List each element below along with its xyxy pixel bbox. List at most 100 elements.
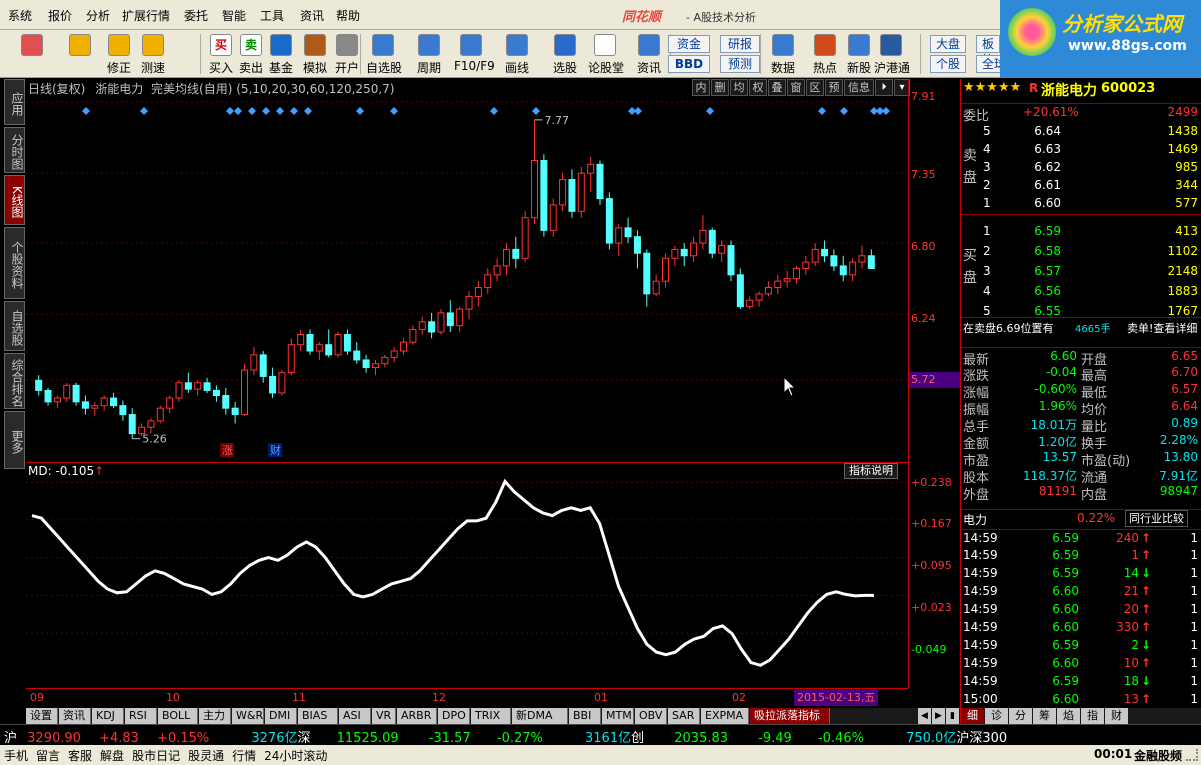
status-link-6[interactable]: 行情 (232, 749, 256, 763)
indicator-tab-2[interactable]: KDJ (92, 708, 124, 724)
candle (783, 271, 791, 288)
buy-level-3[interactable]: 4 6.56 1883 (961, 283, 1201, 301)
toolbar-btn-0[interactable] (14, 30, 50, 78)
indicator-tab-10[interactable]: VR (372, 708, 396, 724)
indicator-tab-0[interactable]: 设置 (26, 708, 58, 724)
status-link-5[interactable]: 股灵通 (188, 749, 224, 763)
indicator-tab-17[interactable]: OBV (635, 708, 667, 724)
indicator-tab-9[interactable]: ASI (339, 708, 371, 724)
status-link-4[interactable]: 股市日记 (132, 749, 180, 763)
buy-level-0[interactable]: 1 6.59 413 (961, 223, 1201, 241)
quick-pill-1[interactable]: 研报 (720, 35, 760, 53)
menu-item-2[interactable]: 分析 (86, 7, 110, 24)
status-link-3[interactable]: 解盘 (100, 749, 124, 763)
toolbar-btn-6[interactable]: 基金 (264, 30, 298, 78)
indicator-tab-19[interactable]: EXPMA (701, 708, 749, 724)
indicator-tab-13[interactable]: TRIX (471, 708, 511, 724)
status-link-2[interactable]: 客服 (68, 749, 92, 763)
quote-tab-0[interactable]: 细 (961, 708, 984, 724)
status-link-0[interactable]: 手机 (4, 749, 28, 763)
toolbar-btn-3[interactable]: 测速 (136, 30, 170, 78)
quick-pill-6[interactable]: 个股 (930, 55, 966, 73)
indicator-tab-11[interactable]: ARBR (397, 708, 437, 724)
toolbar-btn-15[interactable]: 资讯 (632, 30, 666, 78)
order-alert-row[interactable]: 在卖盘6.69位置有 4665手 卖单!查看详细 (961, 317, 1201, 335)
indicator-tab-7[interactable]: DMI (265, 708, 297, 724)
indicator-tab-4[interactable]: BOLL (158, 708, 198, 724)
sector-compare-button[interactable]: 同行业比较 (1125, 510, 1188, 527)
indicator-chart[interactable]: MD: -0.105↑ 指标说明 (26, 462, 908, 688)
menu-item-4[interactable]: 委托 (184, 7, 208, 24)
toolbar-btn-10[interactable]: 周期 (412, 30, 446, 78)
toolbar-btn-7[interactable]: 模拟 (298, 30, 332, 78)
indicator-tab-1[interactable]: 资讯 (59, 708, 91, 724)
toolbar-btn-5[interactable]: 卖卖出 (234, 30, 268, 78)
buy-level-1[interactable]: 2 6.58 1102 (961, 243, 1201, 261)
toolbar-btn-17[interactable]: 热点 (808, 30, 842, 78)
sidebar-tab-3[interactable]: 个股资料 (4, 227, 25, 299)
sidebar-tab-2[interactable]: K线图 (4, 175, 25, 225)
toolbar-btn-2[interactable]: 修正 (102, 30, 136, 78)
indicator-tab-18[interactable]: SAR (668, 708, 700, 724)
status-link-1[interactable]: 留言 (36, 749, 60, 763)
quote-tab-1[interactable]: 诊 (985, 708, 1008, 724)
sidebar-tab-4[interactable]: 自选股 (4, 301, 25, 351)
quote-tab-3[interactable]: 筹 (1033, 708, 1056, 724)
indicator-tab-14[interactable]: 新DMA (512, 708, 568, 724)
quick-pill-4[interactable]: 大盘 (930, 35, 966, 53)
menu-item-6[interactable]: 工具 (260, 7, 284, 24)
sell-level-0[interactable]: 5 6.64 1438 (961, 123, 1201, 141)
toolbar-btn-19[interactable]: 沪港通 (874, 30, 910, 78)
toolbar-btn-12[interactable]: 画线 (500, 30, 534, 78)
indicator-tab-5[interactable]: 主力 (199, 708, 231, 724)
status-link-7[interactable]: 24小时滚动 (264, 749, 327, 763)
toolbar-btn-16[interactable]: 数据 (766, 30, 800, 78)
toolbar-btn-9[interactable]: 自选股 (366, 30, 402, 78)
candlestick-chart[interactable]: 日线(复权) 浙能电力 完美均线(自用) (5,10,20,30,60,120,… (26, 79, 910, 459)
sell-level-2[interactable]: 3 6.62 985 (961, 159, 1201, 177)
toolbar-btn-18[interactable]: 新股 (842, 30, 876, 78)
menu-item-7[interactable]: 资讯 (300, 7, 324, 24)
sidebar-tab-6[interactable]: 更多 (4, 411, 25, 469)
menu-item-0[interactable]: 系统 (8, 7, 32, 24)
sidebar-tab-5[interactable]: 综合排名 (4, 353, 25, 409)
sidebar-tab-0[interactable]: 应用 (4, 79, 25, 125)
toolbar-btn-1[interactable] (62, 30, 98, 78)
buy-level-2[interactable]: 3 6.57 2148 (961, 263, 1201, 281)
menu-item-5[interactable]: 智能 (222, 7, 246, 24)
tab-scroll-icon-0[interactable]: ◀ (918, 708, 931, 724)
quote-tab-5[interactable]: 指 (1081, 708, 1104, 724)
menu-item-3[interactable]: 扩展行情 (122, 7, 170, 24)
indicator-tab-15[interactable]: BBI (569, 708, 601, 724)
quick-pill-2[interactable]: BBD (668, 55, 710, 73)
quick-pill-0[interactable]: 资金 (668, 35, 710, 53)
indicator-plot[interactable] (26, 463, 908, 689)
toolbar-btn-8[interactable]: 开户 (330, 30, 364, 78)
toolbar-btn-13[interactable]: 选股 (548, 30, 582, 78)
status-promo[interactable]: 金融股频 (1134, 747, 1182, 764)
menu-item-1[interactable]: 报价 (48, 7, 72, 24)
sell-level-3[interactable]: 2 6.61 344 (961, 177, 1201, 195)
toolbar-btn-11[interactable]: F10/F9 (454, 30, 495, 78)
indicator-tab-8[interactable]: BIAS (298, 708, 338, 724)
indicator-tab-12[interactable]: DPO (438, 708, 470, 724)
candlestick-plot[interactable]: 7.77 5.26 涨 财 (26, 79, 908, 459)
toolbar-btn-14[interactable]: 论论股堂 (588, 30, 624, 78)
quick-pill-3[interactable]: 预测 (720, 55, 760, 73)
indicator-tab-20[interactable]: 吸拉派落指标 (750, 708, 830, 724)
toolbar-btn-4[interactable]: 买买入 (204, 30, 238, 78)
resize-grip-icon[interactable] (1186, 749, 1198, 761)
menu-item-8[interactable]: 帮助 (336, 7, 360, 24)
tab-scroll-icon-1[interactable]: ▶ (932, 708, 945, 724)
indicator-tab-6[interactable]: W&R (232, 708, 264, 724)
sell-level-1[interactable]: 4 6.63 1469 (961, 141, 1201, 159)
indicator-tab-16[interactable]: MTM (602, 708, 634, 724)
quote-tab-2[interactable]: 分 (1009, 708, 1032, 724)
tab-scroll-icon-2[interactable]: ▮ (946, 708, 959, 724)
quote-tab-6[interactable]: 财 (1105, 708, 1128, 724)
indicator-tab-3[interactable]: RSI (125, 708, 157, 724)
sell-level-4[interactable]: 1 6.60 577 (961, 195, 1201, 213)
sidebar-tab-1[interactable]: 分时图 (4, 127, 25, 173)
quick-pill-5[interactable]: 板块 (976, 35, 1000, 67)
quote-tab-4[interactable]: 焰 (1057, 708, 1080, 724)
